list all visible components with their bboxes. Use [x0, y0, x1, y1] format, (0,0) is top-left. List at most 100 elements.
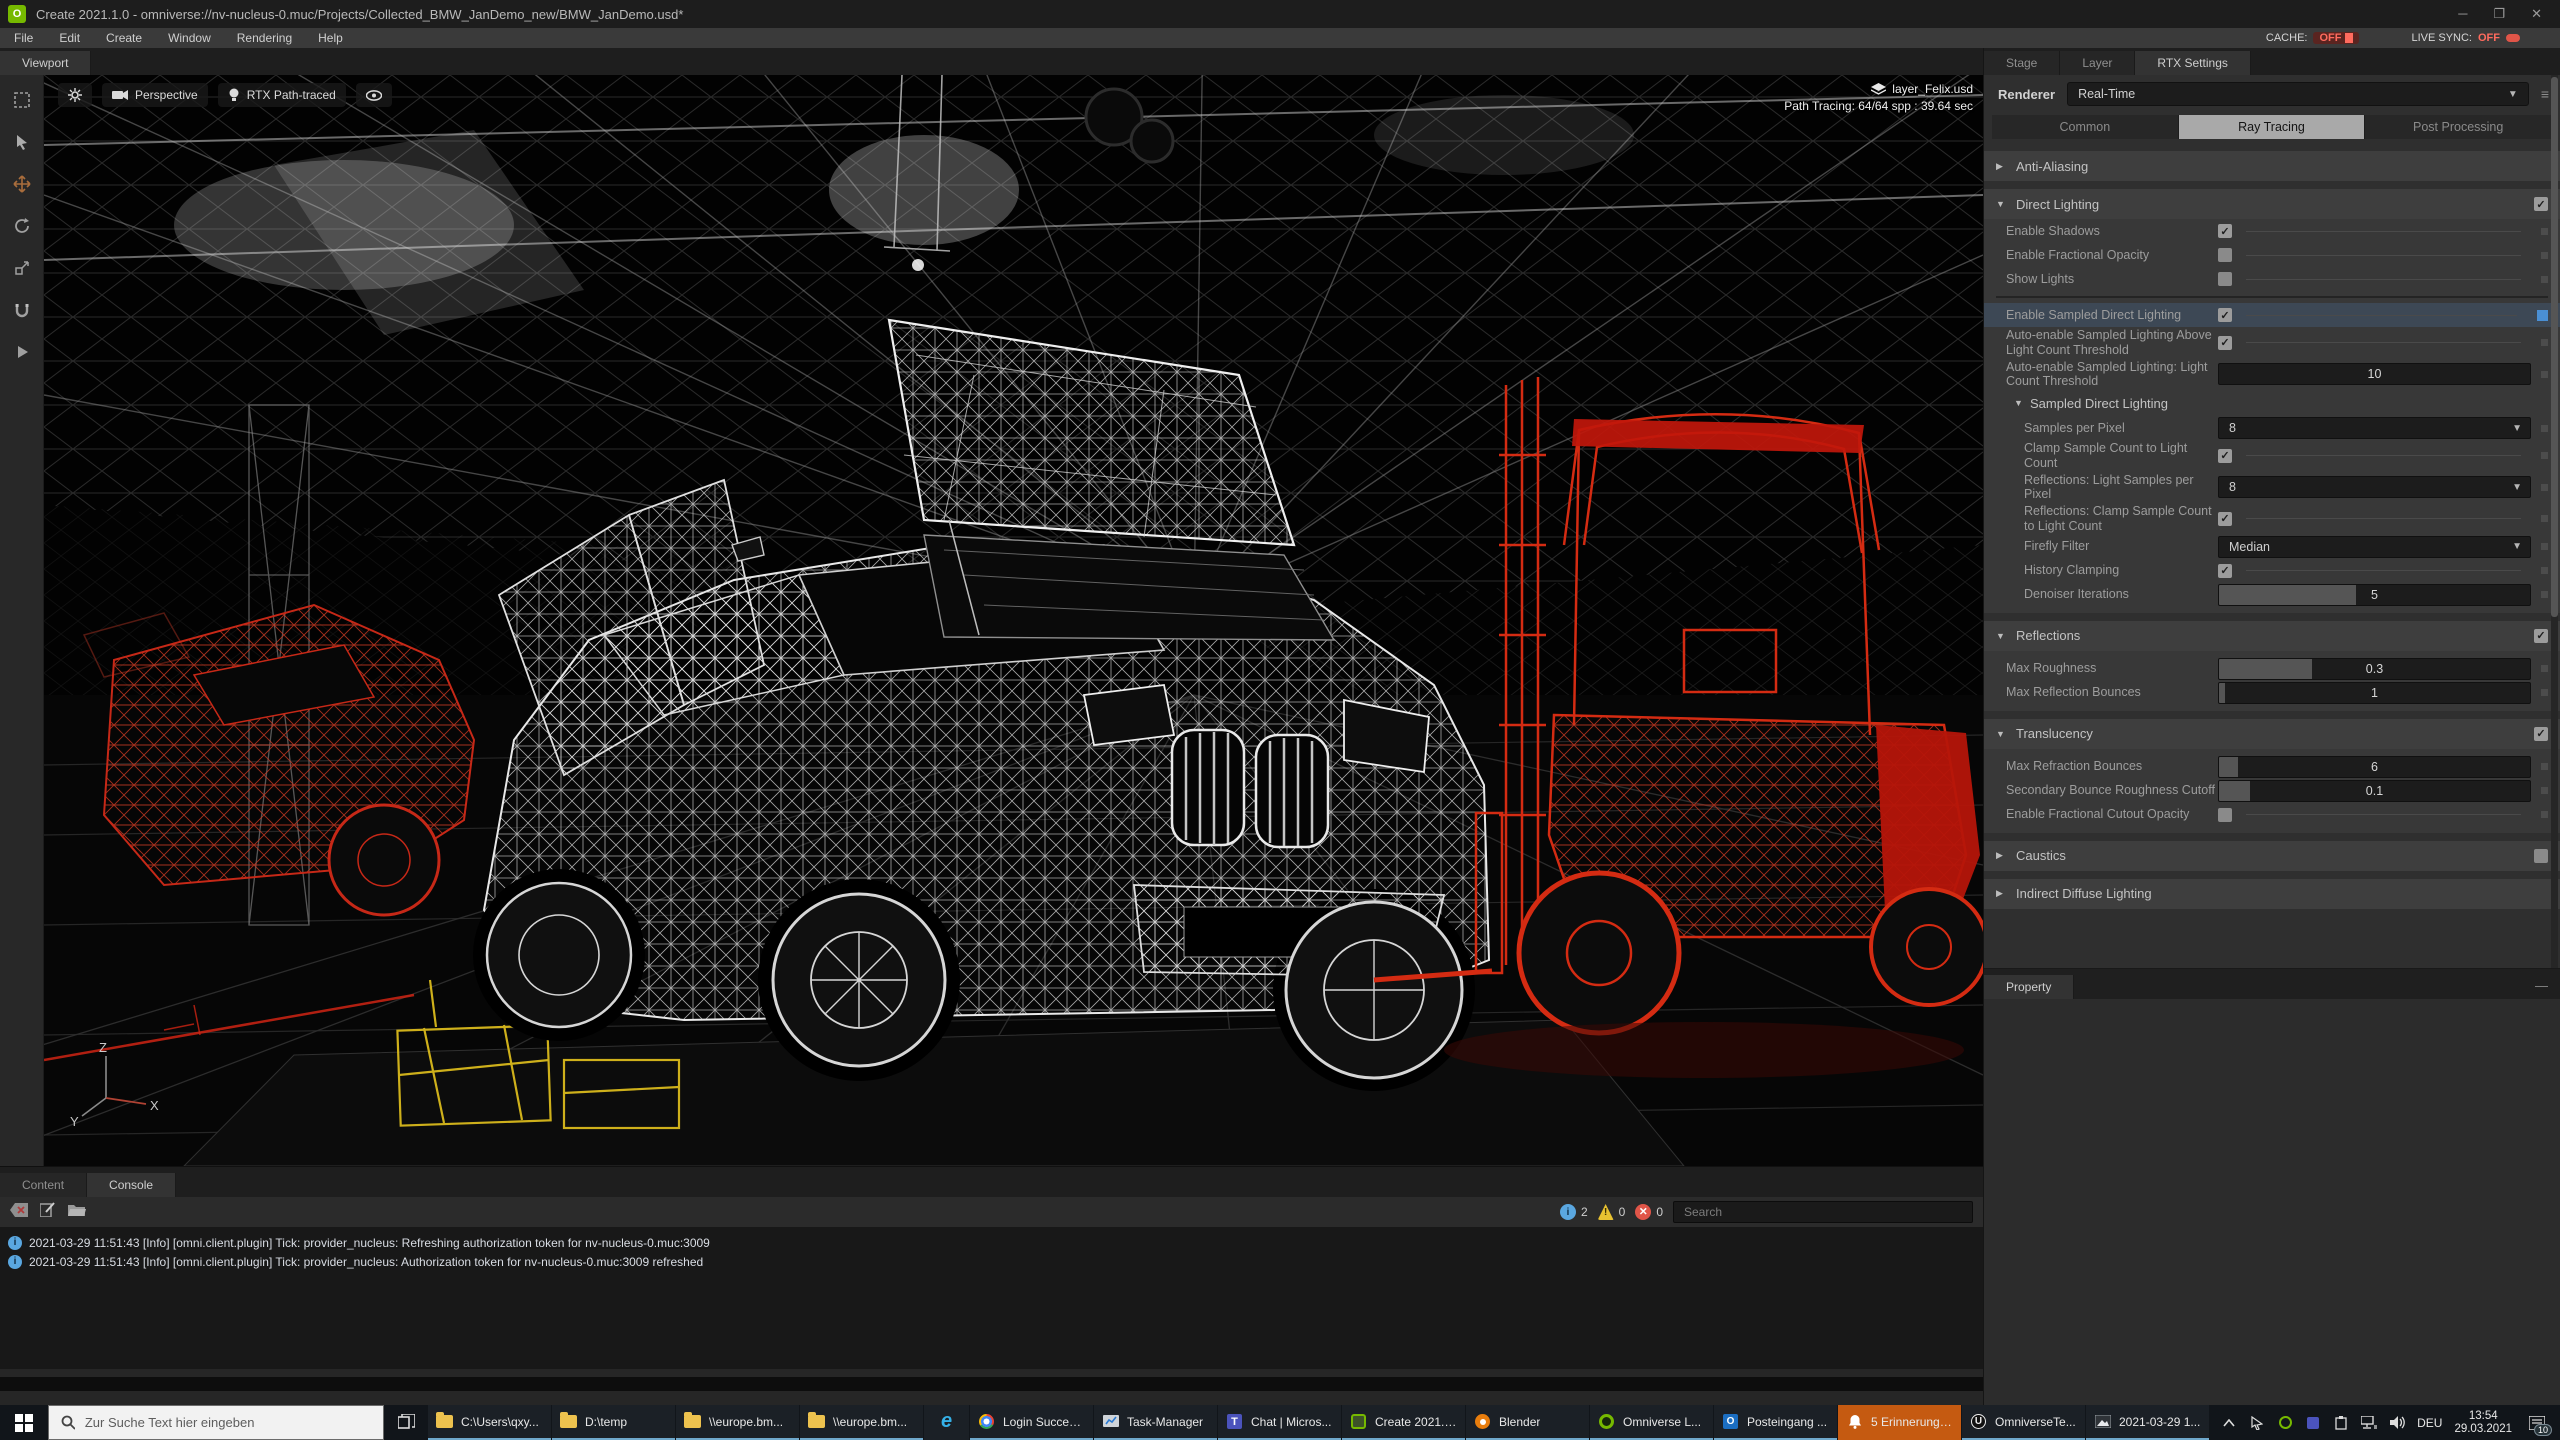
auto-enable-above-checkbox[interactable]: ✓ — [2218, 336, 2232, 350]
translucency-checkbox[interactable]: ✓ — [2534, 727, 2548, 741]
reset-dot[interactable] — [2541, 252, 2548, 259]
reset-dot[interactable] — [2541, 515, 2548, 522]
panel-options-icon[interactable]: — — [2535, 978, 2560, 999]
menu-file[interactable]: File — [14, 31, 33, 45]
menu-help[interactable]: Help — [318, 31, 343, 45]
enable-fractional-cutout-checkbox[interactable] — [2218, 808, 2232, 822]
reflections-checkbox[interactable]: ✓ — [2534, 629, 2548, 643]
play-button-icon[interactable] — [11, 341, 33, 363]
renderer-dropdown[interactable]: Real-Time▼ — [2067, 82, 2529, 106]
error-count[interactable]: ✕ 0 — [1635, 1204, 1663, 1220]
taskbar-item-internet-explorer[interactable]: e — [924, 1405, 969, 1440]
scale-tool-icon[interactable] — [11, 257, 33, 279]
reset-dot[interactable] — [2541, 665, 2548, 672]
language-indicator[interactable]: DEU — [2417, 1416, 2442, 1430]
close-button[interactable]: ✕ — [2531, 6, 2542, 22]
section-translucency[interactable]: ▼ Translucency ✓ — [1984, 719, 2560, 749]
taskbar-search[interactable] — [48, 1405, 384, 1440]
menu-edit[interactable]: Edit — [59, 31, 80, 45]
reset-dot[interactable] — [2541, 567, 2548, 574]
renderer-menu-icon[interactable]: ≡ — [2541, 86, 2550, 102]
taskbar-item-teams[interactable]: T Chat | Micros... — [1218, 1405, 1341, 1440]
reset-dot[interactable] — [2541, 484, 2548, 491]
taskbar-item-chrome[interactable]: Login Succes... — [970, 1405, 1093, 1440]
tray-cursor-icon[interactable] — [2249, 1415, 2265, 1431]
edit-log-icon[interactable] — [40, 1202, 56, 1222]
enable-fractional-opacity-checkbox[interactable] — [2218, 248, 2232, 262]
snap-tool-icon[interactable] — [11, 299, 33, 321]
tab-rtx-settings[interactable]: RTX Settings — [2135, 51, 2250, 75]
info-count[interactable]: i 2 — [1560, 1204, 1588, 1220]
taskbar-item-folder-europe2[interactable]: \\europe.bm... — [800, 1405, 923, 1440]
max-refraction-bounces-slider[interactable]: 6 — [2218, 756, 2531, 778]
taskbar-item-folder-users[interactable]: C:\Users\qxy... — [428, 1405, 551, 1440]
taskbar-item-folder-europe1[interactable]: \\europe.bm... — [676, 1405, 799, 1440]
taskbar-item-folder-temp[interactable]: D:\temp — [552, 1405, 675, 1440]
taskbar-search-input[interactable] — [85, 1415, 371, 1430]
select-cursor-icon[interactable] — [11, 131, 33, 153]
changed-indicator[interactable] — [2537, 310, 2548, 321]
taskbar-item-create[interactable]: Create 2021.1... — [1342, 1405, 1465, 1440]
live-sync-toggle[interactable]: OFF — [2478, 32, 2500, 44]
tab-ray-tracing[interactable]: Ray Tracing — [2179, 115, 2366, 139]
taskbar-item-blender[interactable]: Blender — [1466, 1405, 1589, 1440]
enable-shadows-checkbox[interactable]: ✓ — [2218, 224, 2232, 238]
notification-center-button[interactable]: 10 — [2524, 1410, 2550, 1436]
secondary-bounce-roughness-slider[interactable]: 0.1 — [2218, 780, 2531, 802]
light-count-threshold-field[interactable]: 10 — [2218, 363, 2531, 385]
start-button[interactable] — [0, 1405, 48, 1440]
taskbar-item-omniverse-launcher[interactable]: Omniverse L... — [1590, 1405, 1713, 1440]
tab-stage[interactable]: Stage — [1984, 51, 2060, 75]
denoiser-iterations-slider[interactable]: 5 — [2218, 584, 2531, 606]
viewport-3d-scene[interactable]: Perspective RTX Path-traced layer_Felix.… — [44, 75, 1983, 1166]
clear-console-icon[interactable] — [10, 1203, 28, 1222]
volume-icon[interactable] — [2389, 1415, 2405, 1431]
tab-content[interactable]: Content — [0, 1173, 87, 1197]
taskbar-item-photo-viewer[interactable]: 2021-03-29 1... — [2086, 1405, 2209, 1440]
reset-dot[interactable] — [2541, 543, 2548, 550]
tab-console[interactable]: Console — [87, 1173, 176, 1197]
warning-count[interactable]: ! 0 — [1598, 1204, 1626, 1220]
reflections-clamp-checkbox[interactable]: ✓ — [2218, 512, 2232, 526]
reset-dot[interactable] — [2541, 689, 2548, 696]
firefly-filter-dropdown[interactable]: Median ▼ — [2218, 536, 2531, 558]
tray-teams-status-icon[interactable] — [2305, 1415, 2321, 1431]
taskbar-item-outlook[interactable]: O Posteingang ... — [1714, 1405, 1837, 1440]
tray-expand-chevron-icon[interactable] — [2221, 1415, 2237, 1431]
reflections-samples-dropdown[interactable]: 8 ▼ — [2218, 476, 2531, 498]
menu-rendering[interactable]: Rendering — [237, 31, 292, 45]
clamp-sample-count-checkbox[interactable]: ✓ — [2218, 449, 2232, 463]
network-icon[interactable] — [2361, 1415, 2377, 1431]
section-indirect-diffuse[interactable]: ▶ Indirect Diffuse Lighting — [1984, 879, 2560, 909]
reset-dot[interactable] — [2541, 371, 2548, 378]
max-reflection-bounces-slider[interactable]: 1 — [2218, 682, 2531, 704]
reset-dot[interactable] — [2541, 811, 2548, 818]
reset-dot[interactable] — [2541, 339, 2548, 346]
render-mode-dropdown[interactable]: RTX Path-traced — [218, 83, 346, 107]
reset-dot[interactable] — [2541, 787, 2548, 794]
menu-create[interactable]: Create — [106, 31, 142, 45]
section-anti-aliasing[interactable]: ▶ Anti-Aliasing — [1984, 151, 2560, 181]
reset-dot[interactable] — [2541, 425, 2548, 432]
caustics-checkbox[interactable] — [2534, 849, 2548, 863]
reset-dot[interactable] — [2541, 228, 2548, 235]
open-log-folder-icon[interactable] — [68, 1203, 86, 1221]
taskbar-item-omniverse-te[interactable]: U OmniverseTe... — [1962, 1405, 2085, 1440]
reset-dot[interactable] — [2541, 763, 2548, 770]
tab-layer[interactable]: Layer — [2060, 51, 2135, 75]
subsection-sampled-direct-lighting[interactable]: Sampled Direct Lighting — [2030, 396, 2168, 411]
console-log[interactable]: i 2021-03-29 11:51:43 [Info] [omni.clien… — [0, 1227, 1983, 1369]
console-search-input[interactable] — [1673, 1201, 1973, 1223]
expand-arrow-icon[interactable]: ▼ — [2014, 398, 2024, 408]
task-view-button[interactable] — [384, 1405, 428, 1440]
reset-dot[interactable] — [2541, 452, 2548, 459]
tray-clipboard-icon[interactable] — [2333, 1415, 2349, 1431]
cache-toggle[interactable]: OFF — [2313, 32, 2359, 44]
console-scrollbar[interactable] — [0, 1377, 1983, 1391]
section-direct-lighting[interactable]: ▼ Direct Lighting ✓ — [1984, 189, 2560, 219]
viewport-settings-gear-icon[interactable] — [58, 83, 92, 107]
move-tool-icon[interactable] — [11, 173, 33, 195]
taskbar-item-reminder[interactable]: 5 Erinnerung(... — [1838, 1405, 1961, 1440]
taskbar-item-task-manager[interactable]: Task-Manager — [1094, 1405, 1217, 1440]
reset-dot[interactable] — [2541, 591, 2548, 598]
